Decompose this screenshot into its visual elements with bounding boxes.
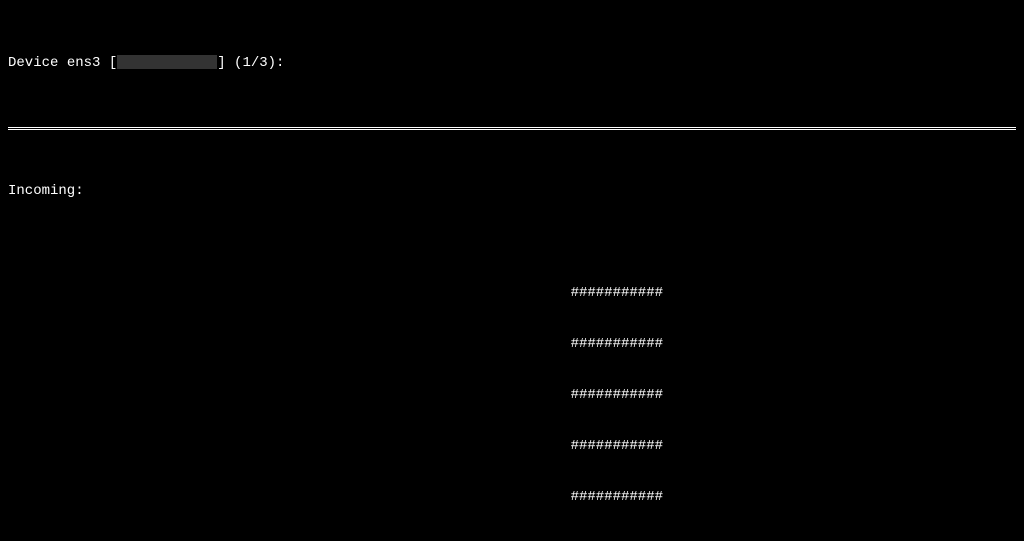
close-bracket: ] <box>217 55 234 72</box>
bar-row: ########### <box>8 336 663 353</box>
device-name: ens3 <box>67 55 101 72</box>
incoming-label: Incoming: <box>8 183 1016 200</box>
redacted-ip <box>117 55 217 69</box>
bar-row: ########### <box>8 489 663 506</box>
terminal-output: Device ens3 [] (1/3): Incoming: ########… <box>0 0 1024 541</box>
bar-row: ########### <box>8 438 663 455</box>
bar-row: ########### <box>8 387 663 404</box>
divider <box>8 127 1016 130</box>
header-line: Device ens3 [] (1/3): <box>8 55 1016 72</box>
device-counter: (1/3): <box>234 55 284 72</box>
incoming-section: ########### ########### ########### ####… <box>8 251 1016 541</box>
bar-row: ########### <box>8 285 663 302</box>
header-prefix: Device <box>8 55 67 72</box>
open-bracket: [ <box>100 55 117 72</box>
